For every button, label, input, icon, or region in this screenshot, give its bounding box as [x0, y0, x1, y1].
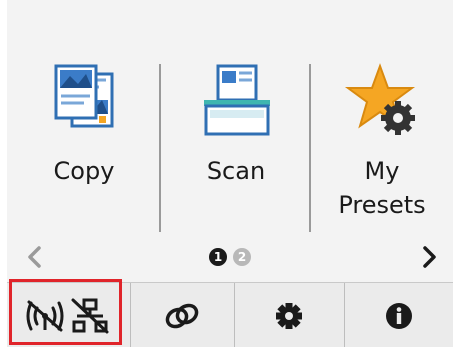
info-button[interactable]: [345, 283, 453, 347]
scan-label: Scan: [206, 157, 266, 185]
info-icon: [386, 302, 412, 329]
next-page-button[interactable]: [411, 238, 447, 276]
my-presets-tile[interactable]: My Presets: [311, 60, 453, 236]
scan-icon: [204, 64, 270, 136]
link-icon: [165, 303, 199, 328]
settings-button[interactable]: [235, 283, 343, 347]
copy-icon: [54, 64, 114, 128]
wired-lan-off-icon: [71, 298, 109, 333]
prev-page-button[interactable]: [17, 238, 53, 276]
printer-home-screen: Copy Scan My Presets 1 2: [7, 0, 453, 347]
network-status-button[interactable]: [7, 283, 129, 347]
wireless-off-icon: [26, 300, 64, 331]
scan-tile[interactable]: Scan: [161, 60, 311, 236]
bottom-bar: [7, 282, 453, 347]
page-dot-2: 2: [233, 248, 251, 266]
page-dot-1: 1: [209, 248, 227, 266]
link-button[interactable]: [131, 283, 233, 347]
chevron-right-icon: [423, 246, 436, 268]
chevron-left-icon: [28, 246, 41, 268]
my-presets-icon: [344, 63, 416, 135]
my-presets-label: My Presets: [338, 157, 426, 219]
function-tiles: Copy Scan My Presets: [7, 0, 453, 236]
page-indicator: 1 2: [7, 238, 453, 276]
network-icons: [26, 298, 109, 333]
copy-label: Copy: [53, 157, 115, 185]
gear-icon: [276, 302, 302, 329]
copy-tile[interactable]: Copy: [9, 60, 159, 236]
